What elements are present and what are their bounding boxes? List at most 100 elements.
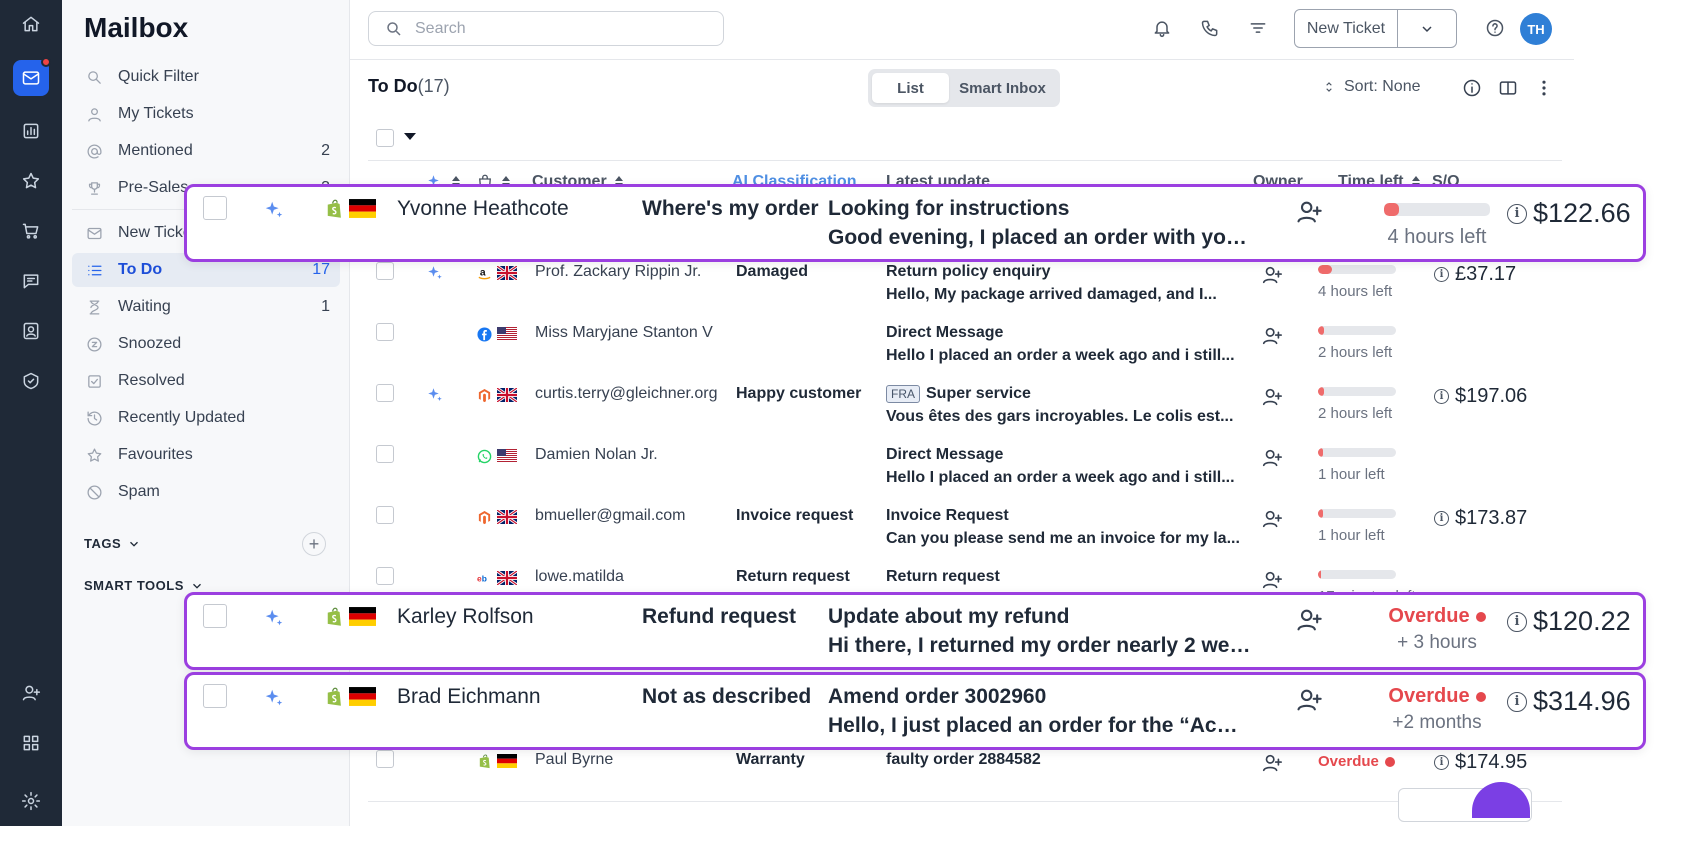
mailbox-icon[interactable] bbox=[13, 57, 51, 96]
select-all-checkbox[interactable] bbox=[376, 129, 394, 147]
highlighted-ticket-row[interactable]: Karley Rolfson Refund request Update about… bbox=[184, 592, 1646, 670]
row-checkbox[interactable] bbox=[376, 323, 394, 341]
latest-update[interactable]: faulty order 2884582 bbox=[886, 751, 1241, 774]
info-icon[interactable]: i bbox=[1434, 755, 1449, 770]
latest-update[interactable]: Amend order 3002960 Hello, I just placed … bbox=[828, 685, 1256, 738]
select-menu-caret[interactable] bbox=[404, 133, 416, 140]
sidebar-item-spam[interactable]: Spam bbox=[72, 475, 340, 509]
latest-update[interactable]: Invoice Request Can you please send me an… bbox=[886, 507, 1241, 548]
avatar[interactable]: TH bbox=[1520, 13, 1552, 45]
time-progress-fill bbox=[1318, 387, 1325, 396]
info-icon[interactable]: i bbox=[1434, 511, 1449, 526]
hourglass-icon bbox=[89, 299, 100, 315]
info-icon[interactable]: i bbox=[1507, 203, 1527, 224]
customer-name[interactable]: Paul Byrne bbox=[535, 751, 613, 769]
row-checkbox[interactable] bbox=[376, 750, 394, 768]
apps-icon[interactable] bbox=[13, 725, 49, 761]
sidebar-item-mentioned[interactable]: Mentioned 2 bbox=[72, 134, 340, 168]
smart-tools-section-toggle[interactable]: SMART TOOLS bbox=[84, 578, 204, 593]
view-smart-inbox-tab[interactable]: Smart Inbox bbox=[949, 73, 1056, 103]
contacts-icon[interactable] bbox=[13, 313, 49, 349]
time-left-label: 4 hours left bbox=[1318, 283, 1393, 300]
assign-owner-icon[interactable] bbox=[1261, 508, 1283, 535]
customer-name[interactable]: Damien Nolan Jr. bbox=[535, 446, 658, 464]
ai-classification: Damaged bbox=[736, 263, 809, 280]
knowledge-icon[interactable] bbox=[13, 363, 49, 399]
latest-update[interactable]: Direct Message Hello I placed an order a … bbox=[886, 324, 1241, 365]
info-icon[interactable]: i bbox=[1507, 691, 1527, 712]
assign-owner-icon[interactable] bbox=[1295, 686, 1323, 719]
sidebar-item-my-tickets[interactable]: My Tickets bbox=[72, 97, 340, 131]
latest-update[interactable]: FRA Super service Vous êtes des gars incro… bbox=[886, 385, 1241, 426]
sidebar-item-recently-updated[interactable]: Recently Updated bbox=[72, 401, 340, 435]
sidebar-item-label: Spam bbox=[118, 483, 160, 500]
assign-owner-icon[interactable] bbox=[1261, 447, 1283, 474]
table-row[interactable]: Damien Nolan Jr. Direct Message Hello I pl… bbox=[368, 431, 1562, 497]
sidebar-item-favourites[interactable]: Favourites bbox=[72, 438, 340, 472]
table-row[interactable]: bmueller@gmail.com Invoice request Invoice… bbox=[368, 492, 1562, 558]
new-ticket-button[interactable]: New Ticket bbox=[1295, 10, 1398, 47]
overdue-status: Overdue bbox=[1367, 685, 1507, 708]
bell-icon[interactable] bbox=[1150, 16, 1174, 40]
sidebar-item-resolved[interactable]: Resolved bbox=[72, 364, 340, 398]
row-checkbox[interactable] bbox=[376, 262, 394, 280]
sort-dropdown[interactable]: Sort: None bbox=[1322, 78, 1420, 96]
info-icon[interactable] bbox=[1462, 78, 1482, 98]
assign-owner-icon[interactable] bbox=[1261, 386, 1283, 413]
customer-name[interactable]: Yvonne Heathcote bbox=[397, 197, 569, 221]
info-icon[interactable]: i bbox=[1434, 267, 1449, 282]
analytics-icon[interactable] bbox=[13, 113, 49, 149]
highlighted-ticket-row[interactable]: Yvonne Heathcote Where's my order Looking … bbox=[184, 184, 1646, 262]
customer-name[interactable]: Miss Maryjane Stanton V bbox=[535, 324, 713, 342]
chat-icon[interactable] bbox=[13, 263, 49, 299]
sidebar-item-waiting[interactable]: Waiting 1 bbox=[72, 290, 340, 324]
row-checkbox[interactable] bbox=[376, 506, 394, 524]
row-checkbox[interactable] bbox=[376, 384, 394, 402]
search-input[interactable] bbox=[415, 19, 695, 38]
row-checkbox[interactable] bbox=[203, 196, 227, 220]
phone-icon[interactable] bbox=[1198, 16, 1222, 40]
settings-icon[interactable] bbox=[13, 783, 49, 819]
row-checkbox[interactable] bbox=[376, 567, 394, 585]
add-tag-button[interactable]: + bbox=[302, 532, 326, 556]
assign-owner-icon[interactable] bbox=[1261, 752, 1283, 779]
customer-name[interactable]: lowe.matilda bbox=[535, 568, 624, 586]
assign-owner-icon[interactable] bbox=[1295, 198, 1323, 231]
customer-name[interactable]: Brad Eichmann bbox=[397, 685, 541, 709]
row-checkbox[interactable] bbox=[376, 445, 394, 463]
customer-name[interactable]: curtis.terry@gleichner.org bbox=[535, 385, 718, 403]
info-icon[interactable]: i bbox=[1507, 611, 1527, 632]
table-row[interactable]: curtis.terry@gleichner.org Happy customer… bbox=[368, 370, 1562, 436]
sidebar-item-quick-filter[interactable]: Quick Filter bbox=[72, 60, 340, 94]
more-options-icon[interactable] bbox=[1534, 78, 1554, 98]
customer-name[interactable]: bmueller@gmail.com bbox=[535, 507, 686, 525]
filter-icon[interactable] bbox=[1246, 16, 1270, 40]
home-icon[interactable] bbox=[13, 6, 49, 42]
new-ticket-dropdown[interactable] bbox=[1398, 10, 1456, 47]
row-checkbox[interactable] bbox=[203, 604, 227, 628]
info-icon[interactable]: i bbox=[1434, 389, 1449, 404]
view-list-tab[interactable]: List bbox=[872, 73, 949, 103]
latest-update[interactable]: Direct Message Hello I placed an order a … bbox=[886, 446, 1241, 487]
highlighted-ticket-row[interactable]: Brad Eichmann Not as described Amend order… bbox=[184, 672, 1646, 750]
cart-icon[interactable] bbox=[13, 213, 49, 249]
search-box[interactable] bbox=[368, 11, 724, 46]
assign-owner-icon[interactable] bbox=[1261, 325, 1283, 352]
latest-update[interactable]: Looking for instructions Good evening, I … bbox=[828, 197, 1256, 250]
table-row[interactable]: Miss Maryjane Stanton V Direct Message Hel… bbox=[368, 309, 1562, 375]
latest-update[interactable]: Return policy enquiry Hello, My package a… bbox=[886, 263, 1241, 304]
time-left: 2 hours left bbox=[1318, 326, 1428, 361]
assign-owner-icon[interactable] bbox=[1295, 606, 1323, 639]
sidebar-item-snoozed[interactable]: Snoozed bbox=[72, 327, 340, 361]
customer-name[interactable]: Karley Rolfson bbox=[397, 605, 534, 629]
assign-owner-icon[interactable] bbox=[1261, 264, 1283, 291]
customer-name[interactable]: Prof. Zackary Rippin Jr. bbox=[535, 263, 701, 281]
star-icon[interactable] bbox=[13, 163, 49, 199]
add-user-icon[interactable] bbox=[13, 675, 49, 711]
tags-section-toggle[interactable]: TAGS bbox=[84, 536, 141, 551]
split-view-icon[interactable] bbox=[1498, 78, 1518, 98]
help-icon[interactable] bbox=[1483, 16, 1507, 40]
order-value: i $197.06 bbox=[1434, 385, 1527, 408]
latest-update[interactable]: Update about my refund Hi there, I return… bbox=[828, 605, 1256, 658]
row-checkbox[interactable] bbox=[203, 684, 227, 708]
